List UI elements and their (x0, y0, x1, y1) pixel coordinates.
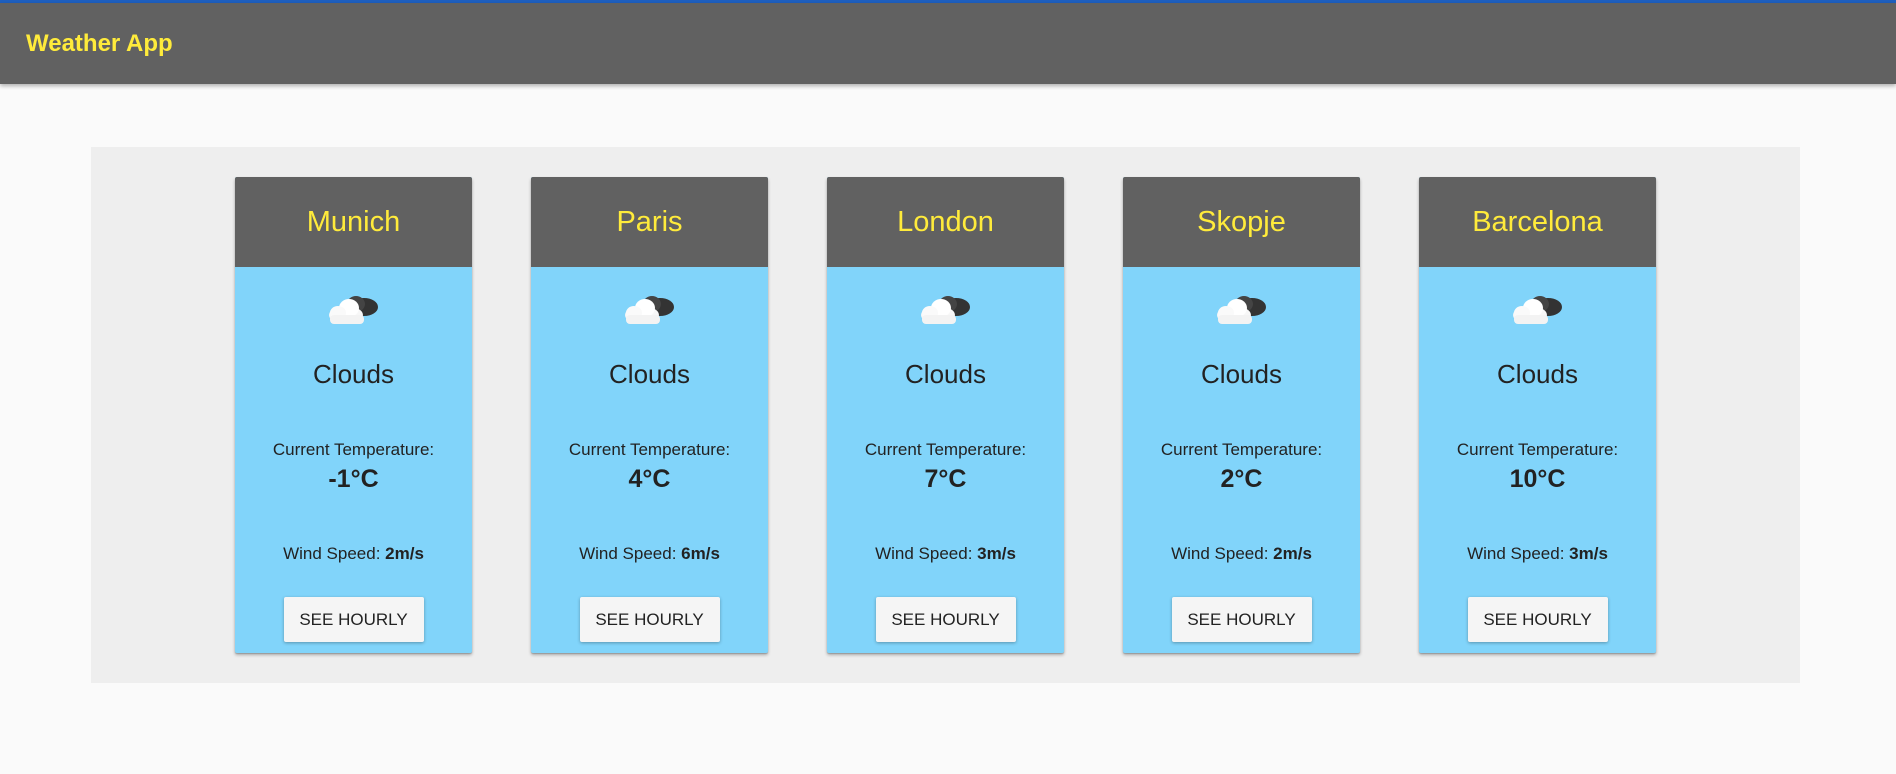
see-hourly-button[interactable]: SEE HOURLY (1467, 597, 1608, 642)
wind-speed-label: Wind Speed: (1171, 544, 1269, 563)
cloud-icon (1216, 296, 1266, 324)
weather-condition: Clouds (1497, 359, 1578, 389)
weather-condition: Clouds (1201, 359, 1282, 389)
wind-speed: Wind Speed: 3m/s (827, 544, 1064, 564)
weather-condition: Clouds (905, 359, 986, 389)
wind-speed: Wind Speed: 6m/s (531, 544, 768, 564)
card-header: Paris (531, 177, 768, 267)
city-name: Skopje (1197, 205, 1286, 238)
card-header: Skopje (1123, 177, 1360, 267)
wind-speed-value: 2m/s (1273, 544, 1312, 563)
wind-speed-value: 2m/s (385, 544, 424, 563)
city-name: London (897, 205, 994, 238)
city-cards-panel: Munich Clouds Current Temperature: -1°C … (91, 147, 1800, 683)
city-name: Barcelona (1472, 205, 1603, 238)
temperature-label: Current Temperature: (272, 440, 435, 459)
wind-speed-value: 3m/s (1569, 544, 1608, 563)
app-title: Weather App (26, 29, 173, 57)
wind-speed-value: 3m/s (977, 544, 1016, 563)
city-card-barcelona: Barcelona Clouds Current Temperature: 10… (1419, 177, 1656, 653)
temperature-label: Current Temperature: (568, 440, 731, 459)
see-hourly-button[interactable]: SEE HOURLY (283, 597, 424, 642)
cloud-icon (1512, 296, 1562, 324)
temperature-label: Current Temperature: (1456, 440, 1619, 459)
app-bar: Weather App (0, 3, 1896, 84)
see-hourly-button[interactable]: SEE HOURLY (579, 597, 720, 642)
card-header: Munich (235, 177, 472, 267)
temperature-value: 7°C (924, 465, 967, 493)
city-name: Paris (616, 205, 683, 238)
card-header: London (827, 177, 1064, 267)
wind-speed-label: Wind Speed: (875, 544, 973, 563)
wind-speed-label: Wind Speed: (579, 544, 677, 563)
temperature-value: -1°C (328, 465, 379, 493)
cloud-icon (328, 296, 378, 324)
wind-speed-label: Wind Speed: (283, 544, 381, 563)
wind-speed: Wind Speed: 3m/s (1419, 544, 1656, 564)
wind-speed: Wind Speed: 2m/s (1123, 544, 1360, 564)
wind-speed: Wind Speed: 2m/s (235, 544, 472, 564)
city-card-munich: Munich Clouds Current Temperature: -1°C … (235, 177, 472, 653)
cloud-icon (624, 296, 674, 324)
temperature-label: Current Temperature: (1160, 440, 1323, 459)
card-header: Barcelona (1419, 177, 1656, 267)
wind-speed-label: Wind Speed: (1467, 544, 1565, 563)
weather-condition: Clouds (313, 359, 394, 389)
weather-condition: Clouds (609, 359, 690, 389)
city-card-paris: Paris Clouds Current Temperature: 4°C Wi… (531, 177, 768, 653)
temperature-value: 2°C (1220, 465, 1263, 493)
temperature-label: Current Temperature: (864, 440, 1027, 459)
temperature-value: 4°C (628, 465, 671, 493)
city-card-london: London Clouds Current Temperature: 7°C W… (827, 177, 1064, 653)
city-card-skopje: Skopje Clouds Current Temperature: 2°C W… (1123, 177, 1360, 653)
see-hourly-button[interactable]: SEE HOURLY (875, 597, 1016, 642)
city-name: Munich (306, 205, 401, 238)
cloud-icon (920, 296, 970, 324)
wind-speed-value: 6m/s (681, 544, 720, 563)
temperature-value: 10°C (1509, 465, 1566, 493)
see-hourly-button[interactable]: SEE HOURLY (1171, 597, 1312, 642)
